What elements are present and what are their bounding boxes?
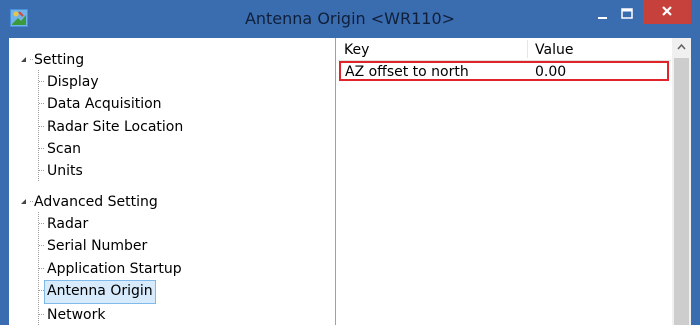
tree-item-serial-number[interactable]: Serial Number [47, 235, 147, 257]
maximize-button[interactable] [614, 4, 640, 26]
application-window: Antenna Origin <WR110> Setting Display D… [0, 0, 700, 325]
scrollbar-thumb[interactable] [674, 58, 689, 325]
tree-group-advanced-setting[interactable]: Advanced Setting [34, 191, 158, 213]
property-grid[interactable]: Key Value AZ offset to north 0.00 [338, 38, 691, 325]
scroll-up-button[interactable] [672, 38, 691, 56]
tree-item-data-acquisition[interactable]: Data Acquisition [47, 93, 162, 115]
tree-item-radar-site-location[interactable]: Radar Site Location [47, 116, 183, 138]
cell-key: AZ offset to north [345, 64, 469, 80]
close-button[interactable] [643, 0, 691, 24]
column-header-value[interactable]: Value [535, 38, 573, 60]
minimize-icon [598, 17, 607, 19]
column-header-key[interactable]: Key [344, 38, 369, 60]
tree-item-network[interactable]: Network [47, 304, 105, 325]
settings-tree[interactable]: Setting Display Data Acquisition Radar S… [9, 38, 336, 325]
tree-item-units[interactable]: Units [47, 160, 83, 182]
title-bar[interactable]: Antenna Origin <WR110> [0, 0, 700, 38]
client-area: Setting Display Data Acquisition Radar S… [9, 38, 691, 325]
table-row[interactable]: AZ offset to north 0.00 [339, 61, 669, 81]
maximize-icon [621, 8, 633, 19]
chevron-up-icon [677, 43, 686, 50]
tree-group-setting[interactable]: Setting [34, 49, 84, 71]
expand-arrow-icon[interactable] [21, 57, 26, 62]
grid-header: Key Value [338, 38, 671, 61]
expand-arrow-icon[interactable] [21, 199, 26, 204]
column-divider[interactable] [527, 40, 528, 58]
cell-value[interactable]: 0.00 [535, 63, 566, 81]
tree-item-display[interactable]: Display [47, 71, 99, 93]
tree-item-scan[interactable]: Scan [47, 138, 81, 160]
tree-item-application-startup[interactable]: Application Startup [47, 258, 182, 280]
tree-item-antenna-origin[interactable]: Antenna Origin [44, 280, 156, 304]
minimize-button[interactable] [590, 4, 614, 26]
vertical-scrollbar[interactable] [672, 38, 691, 325]
tree-item-radar[interactable]: Radar [47, 213, 88, 235]
close-icon [662, 6, 672, 16]
